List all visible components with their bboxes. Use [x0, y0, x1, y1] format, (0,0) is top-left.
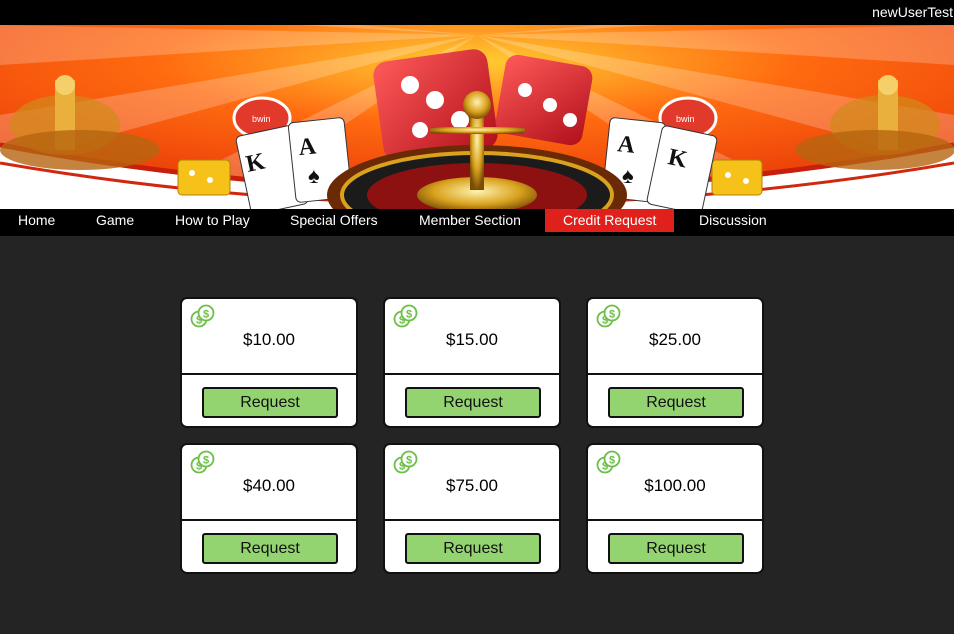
- svg-text:$: $: [609, 309, 615, 321]
- svg-text:A: A: [297, 133, 318, 161]
- svg-text:$: $: [406, 309, 412, 321]
- credit-card-75: $ $ $75.00 Request: [383, 443, 561, 574]
- nav-credit-request[interactable]: Credit Request: [545, 209, 675, 232]
- dollar-coins-icon: $ $: [393, 304, 418, 328]
- casino-banner: bwin bwin K A ♠ A ♠ K: [0, 25, 954, 209]
- dollar-coins-icon: $ $: [596, 304, 621, 328]
- credit-amount: $100.00: [644, 476, 706, 495]
- dollar-coins-icon: $ $: [190, 304, 215, 328]
- credit-card-25: $ $ $25.00 Request: [586, 297, 764, 428]
- dollar-coins-icon: $ $: [393, 450, 418, 474]
- dollar-coins-icon: $ $: [596, 450, 621, 474]
- request-button-75[interactable]: Request: [405, 533, 541, 564]
- credit-card-15: $ $ $15.00 Request: [383, 297, 561, 428]
- svg-text:A: A: [616, 131, 637, 159]
- svg-text:$: $: [406, 455, 412, 467]
- credit-amount: $75.00: [446, 476, 498, 495]
- credit-card-100: $ $ $100.00 Request: [586, 443, 764, 574]
- card-divider: [588, 519, 762, 521]
- nav-home[interactable]: Home: [0, 209, 73, 232]
- card-divider: [182, 373, 356, 375]
- nav-special-offers[interactable]: Special Offers: [272, 209, 396, 232]
- username[interactable]: newUserTest: [872, 4, 953, 20]
- request-button-100[interactable]: Request: [608, 533, 744, 564]
- card-divider: [385, 519, 559, 521]
- right-chip-label: bwin: [676, 114, 695, 124]
- svg-text:$: $: [203, 309, 209, 321]
- request-button-15[interactable]: Request: [405, 387, 541, 418]
- nav-discussion[interactable]: Discussion: [681, 209, 785, 232]
- card-divider: [588, 373, 762, 375]
- svg-text:♠: ♠: [308, 163, 320, 188]
- nav-game[interactable]: Game: [78, 209, 152, 232]
- nav-member-section[interactable]: Member Section: [401, 209, 539, 232]
- dollar-coins-icon: $ $: [190, 450, 215, 474]
- request-button-40[interactable]: Request: [202, 533, 338, 564]
- main-nav: Home Game How to Play Special Offers Mem…: [0, 209, 954, 236]
- banner-graphic: bwin bwin K A ♠ A ♠ K: [0, 25, 954, 209]
- card-divider: [385, 373, 559, 375]
- svg-text:$: $: [609, 455, 615, 467]
- svg-text:♠: ♠: [622, 163, 634, 188]
- credit-amount: $10.00: [243, 330, 295, 349]
- svg-text:$: $: [203, 455, 209, 467]
- left-chip-label: bwin: [252, 114, 271, 124]
- top-bar: newUserTest: [0, 0, 954, 25]
- credit-amount: $25.00: [649, 330, 701, 349]
- nav-how-to-play[interactable]: How to Play: [157, 209, 268, 232]
- credit-amount: $40.00: [243, 476, 295, 495]
- credit-card-40: $ $ $40.00 Request: [180, 443, 358, 574]
- request-button-10[interactable]: Request: [202, 387, 338, 418]
- credit-card-10: $ $ $10.00 Request: [180, 297, 358, 428]
- request-button-25[interactable]: Request: [608, 387, 744, 418]
- credit-amount: $15.00: [446, 330, 498, 349]
- card-divider: [182, 519, 356, 521]
